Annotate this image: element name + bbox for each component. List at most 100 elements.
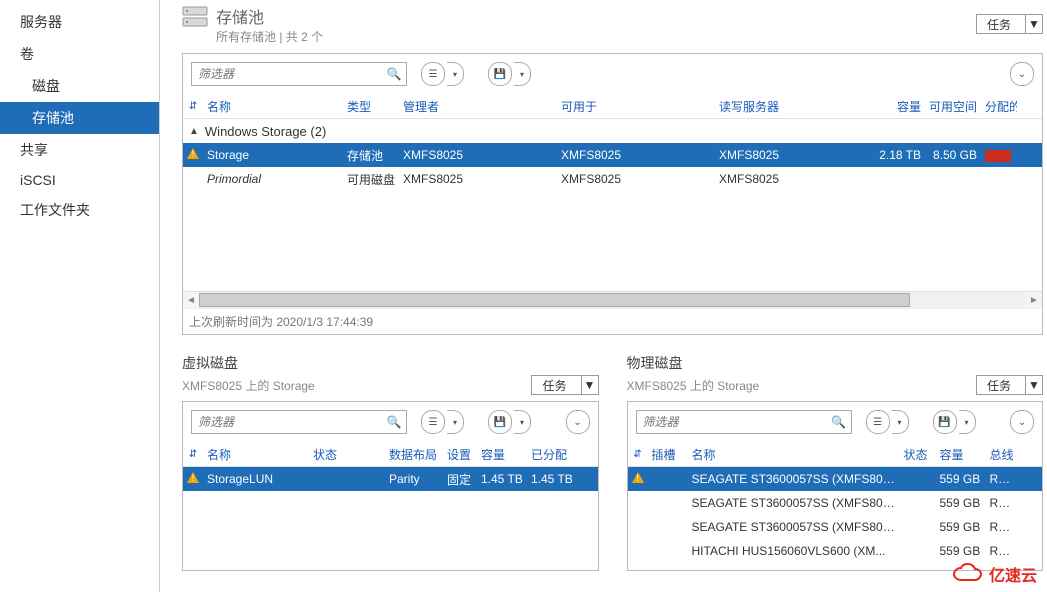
pdisk-filter-input[interactable] xyxy=(637,415,827,429)
pool-row-manager: XMFS8025 xyxy=(399,148,557,162)
collapse-triangle-icon: ▲ xyxy=(189,126,199,137)
pdisk-bus: RAID xyxy=(986,496,1022,510)
col-name[interactable]: 名称 xyxy=(203,98,343,115)
list-view-button[interactable]: ☰ xyxy=(866,410,890,434)
scroll-track[interactable] xyxy=(199,292,1026,308)
storage-pool-icon xyxy=(182,6,208,28)
col-state[interactable]: 状态 xyxy=(309,446,385,463)
list-view-dropdown[interactable]: ▾ xyxy=(892,410,909,434)
pdisk-row[interactable]: SEAGATE ST3600057SS (XMFS802...559 GBRAI… xyxy=(628,467,1043,491)
vdisk-grid-header: ⇵ 名称 状态 数据布局 设置 容量 已分配 xyxy=(183,442,598,467)
pdisk-title: 物理磁盘 xyxy=(627,353,1044,373)
pdisk-filter-box[interactable]: 🔍 xyxy=(636,410,852,434)
pdisk-name: SEAGATE ST3600057SS (XMFS802... xyxy=(688,520,900,534)
nav-item-work-folders[interactable]: 工作文件夹 xyxy=(0,194,159,226)
pool-row[interactable]: Storage 存储池 XMFS8025 XMFS8025 XMFS8025 2… xyxy=(183,143,1042,167)
scroll-right-icon[interactable]: ► xyxy=(1026,295,1042,306)
scroll-thumb[interactable] xyxy=(199,293,910,307)
pool-row-capacity: 2.18 TB xyxy=(875,148,925,162)
nav-item-storage-pools[interactable]: 存储池 xyxy=(0,102,159,134)
col-layout[interactable]: 数据布局 xyxy=(385,446,443,463)
col-settings[interactable]: 设置 xyxy=(443,446,477,463)
vdisk-title: 虚拟磁盘 xyxy=(182,353,599,373)
col-capacity[interactable]: 容量 xyxy=(936,446,986,463)
col-state[interactable]: 状态 xyxy=(900,446,936,463)
sort-icon[interactable]: ⇵ xyxy=(628,449,648,460)
vdisk-filter-input[interactable] xyxy=(192,415,382,429)
vdisk-allocated: 1.45 TB xyxy=(527,472,577,486)
sort-icon[interactable]: ⇵ xyxy=(183,449,203,460)
save-query-button[interactable]: 💾 xyxy=(488,410,512,434)
pdisk-toolbar: 🔍 ☰▾ 💾▾ ⌄ xyxy=(628,402,1043,442)
col-rw-server[interactable]: 读写服务器 xyxy=(715,98,875,115)
pdisk-bus: RAID xyxy=(986,544,1022,558)
col-type[interactable]: 类型 xyxy=(343,98,399,115)
pool-row-bar xyxy=(981,148,1017,162)
nav-item-disks[interactable]: 磁盘 xyxy=(0,70,159,102)
nav-item-shares[interactable]: 共享 xyxy=(0,134,159,166)
nav-item-iscsi[interactable]: iSCSI xyxy=(0,166,159,194)
pdisk-row[interactable]: SEAGATE ST3600057SS (XMFS802... 559 GBRAI… xyxy=(628,515,1043,539)
search-icon[interactable]: 🔍 xyxy=(382,67,406,81)
pdisk-row[interactable]: SEAGATE ST3600057SS (XMFS802...559 GBRAI… xyxy=(628,491,1043,515)
pool-group-row[interactable]: ▲ Windows Storage (2) xyxy=(183,119,1042,143)
col-slot[interactable]: 插槽 xyxy=(648,446,688,463)
save-query-dropdown[interactable]: ▾ xyxy=(514,410,531,434)
list-view-dropdown[interactable]: ▾ xyxy=(447,410,464,434)
pool-row-rw: XMFS8025 xyxy=(715,172,875,186)
chevron-down-icon: ▼ xyxy=(1025,15,1042,33)
vdisk-filter-box[interactable]: 🔍 xyxy=(191,410,407,434)
pool-row-name: Primordial xyxy=(203,172,343,186)
watermark-logo: 亿速云 xyxy=(951,562,1037,586)
col-capacity[interactable]: 容量 xyxy=(477,446,527,463)
pdisk-bus: RAID xyxy=(986,520,1022,534)
pdisk-subtitle: XMFS8025 上的 Storage xyxy=(627,377,760,394)
vdisk-subtitle: XMFS8025 上的 Storage xyxy=(182,377,315,394)
pdisk-name: SEAGATE ST3600057SS (XMFS802... xyxy=(688,472,900,486)
list-view-dropdown[interactable]: ▾ xyxy=(447,62,464,86)
expand-collapse-button[interactable]: ⌄ xyxy=(1010,410,1034,434)
col-name[interactable]: 名称 xyxy=(688,446,900,463)
virtual-disks-section: 虚拟磁盘 XMFS8025 上的 Storage 任务 ▼ 🔍 ☰▾ xyxy=(182,353,599,571)
pdisk-capacity: 559 GB xyxy=(936,520,986,534)
pool-footer-note: 上次刷新时间为 2020/1/3 17:44:39 xyxy=(183,308,1042,334)
save-query-button[interactable]: 💾 xyxy=(933,410,957,434)
sort-icon[interactable]: ⇵ xyxy=(183,101,203,112)
vdisk-row[interactable]: StorageLUN Parity 固定 1.45 TB 1.45 TB xyxy=(183,467,598,491)
col-allocated[interactable]: 分配的 xyxy=(981,98,1017,115)
list-view-button[interactable]: ☰ xyxy=(421,62,445,86)
expand-collapse-button[interactable]: ⌄ xyxy=(566,410,590,434)
save-query-dropdown[interactable]: ▾ xyxy=(959,410,976,434)
pool-row[interactable]: Primordial 可用磁盘 XMFS8025 XMFS8025 XMFS80… xyxy=(183,167,1042,191)
pool-row-type: 存储池 xyxy=(343,147,399,164)
col-bus[interactable]: 总线 xyxy=(986,446,1022,463)
tasks-button[interactable]: 任务 ▼ xyxy=(976,14,1043,34)
pool-row-type: 可用磁盘 xyxy=(343,171,399,188)
col-manager[interactable]: 管理者 xyxy=(399,98,557,115)
search-icon[interactable]: 🔍 xyxy=(827,415,851,429)
nav-item-servers[interactable]: 服务器 xyxy=(0,6,159,38)
pool-grid-header: ⇵ 名称 类型 管理者 可用于 读写服务器 容量 可用空间 分配的 xyxy=(183,94,1042,119)
col-allocated[interactable]: 已分配 xyxy=(527,446,577,463)
pdisk-row[interactable]: HITACHI HUS156060VLS600 (XM... 559 GBRAID xyxy=(628,539,1043,563)
save-query-button[interactable]: 💾 xyxy=(488,62,512,86)
search-icon[interactable]: 🔍 xyxy=(382,415,406,429)
scroll-left-icon[interactable]: ◄ xyxy=(183,295,199,306)
col-name[interactable]: 名称 xyxy=(203,446,309,463)
pdisk-tasks-button[interactable]: 任务 ▼ xyxy=(976,375,1043,395)
col-free[interactable]: 可用空间 xyxy=(925,98,981,115)
expand-collapse-button[interactable]: ⌄ xyxy=(1010,62,1034,86)
pdisk-bus: RAID xyxy=(986,472,1022,486)
pool-filter-box[interactable]: 🔍 xyxy=(191,62,407,86)
pool-filter-input[interactable] xyxy=(192,67,382,81)
pdisk-capacity: 559 GB xyxy=(936,544,986,558)
nav-item-volumes[interactable]: 卷 xyxy=(0,38,159,70)
pdisk-name: HITACHI HUS156060VLS600 (XM... xyxy=(688,544,900,558)
pdisk-grid-header: ⇵ 插槽 名称 状态 容量 总线 xyxy=(628,442,1043,467)
save-query-dropdown[interactable]: ▾ xyxy=(514,62,531,86)
col-available-for[interactable]: 可用于 xyxy=(557,98,715,115)
list-view-button[interactable]: ☰ xyxy=(421,410,445,434)
horizontal-scrollbar[interactable]: ◄ ► xyxy=(183,291,1042,308)
vdisk-tasks-button[interactable]: 任务 ▼ xyxy=(531,375,598,395)
col-capacity[interactable]: 容量 xyxy=(875,98,925,115)
